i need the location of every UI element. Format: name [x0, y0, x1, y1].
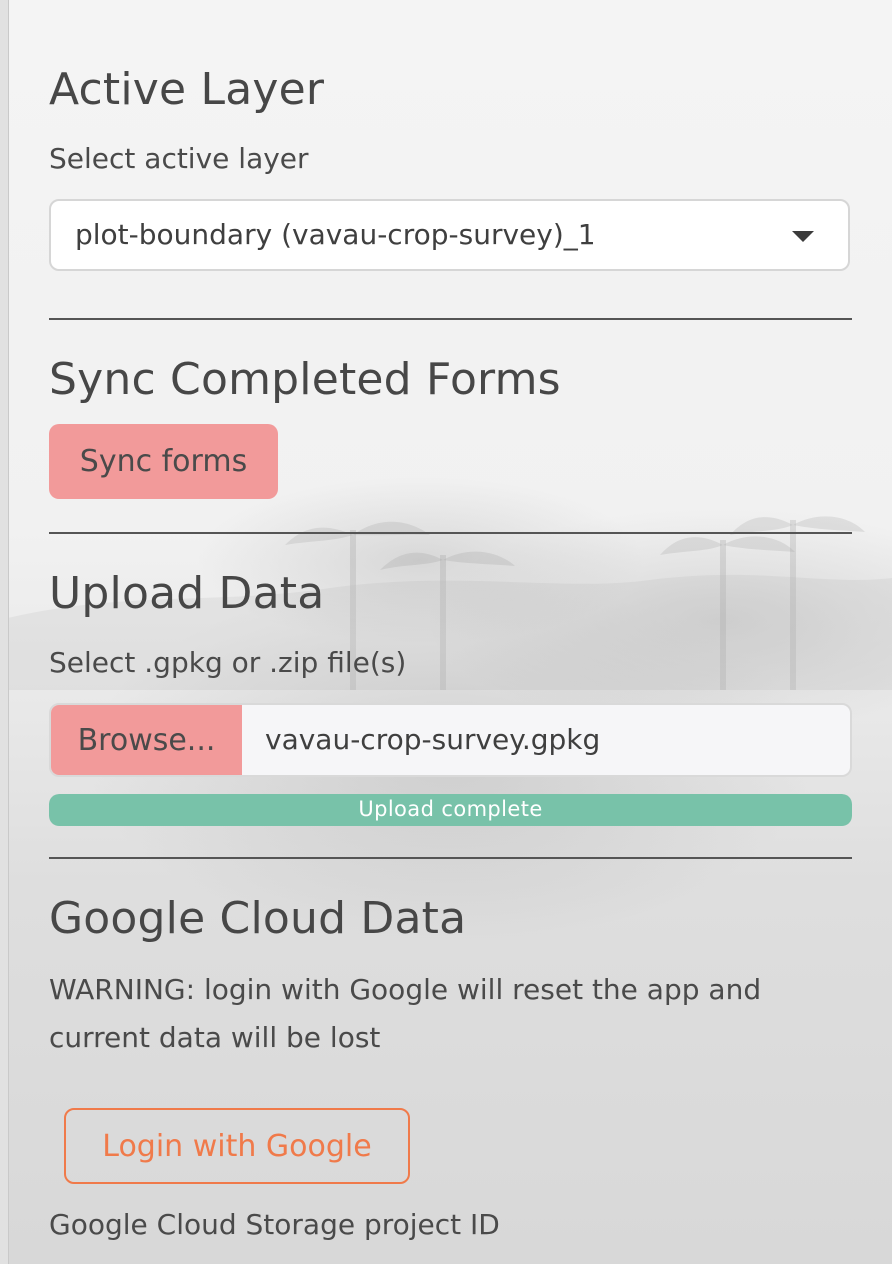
active-layer-select-value: plot-boundary (vavau-crop-survey)_1: [75, 218, 596, 251]
login-with-google-button[interactable]: Login with Google: [64, 1108, 410, 1184]
active-layer-heading: Active Layer: [49, 64, 325, 115]
background-photo: [0, 0, 892, 1264]
sync-forms-button[interactable]: Sync forms: [49, 424, 278, 499]
selected-file-name: vavau-crop-survey.gpkg: [265, 723, 601, 756]
sidebar-edge: [0, 0, 9, 1264]
upload-progress-bar: Upload complete: [49, 794, 852, 826]
upload-file-label: Select .gpkg or .zip file(s): [49, 646, 407, 679]
active-layer-select[interactable]: plot-boundary (vavau-crop-survey)_1: [49, 199, 850, 271]
section-divider: [49, 318, 852, 320]
browse-button[interactable]: Browse...: [51, 705, 242, 775]
section-divider: [49, 532, 852, 534]
upload-progress-text: Upload complete: [358, 797, 543, 821]
section-divider: [49, 857, 852, 859]
sync-heading: Sync Completed Forms: [49, 354, 561, 405]
file-input[interactable]: Browse... vavau-crop-survey.gpkg: [49, 703, 852, 777]
caret-down-icon: [792, 231, 814, 242]
google-warning-text: WARNING: login with Google will reset th…: [49, 973, 762, 1054]
active-layer-label: Select active layer: [49, 142, 309, 175]
gcs-project-id-label: Google Cloud Storage project ID: [49, 1208, 500, 1241]
google-cloud-heading: Google Cloud Data: [49, 893, 467, 944]
upload-heading: Upload Data: [49, 568, 325, 619]
